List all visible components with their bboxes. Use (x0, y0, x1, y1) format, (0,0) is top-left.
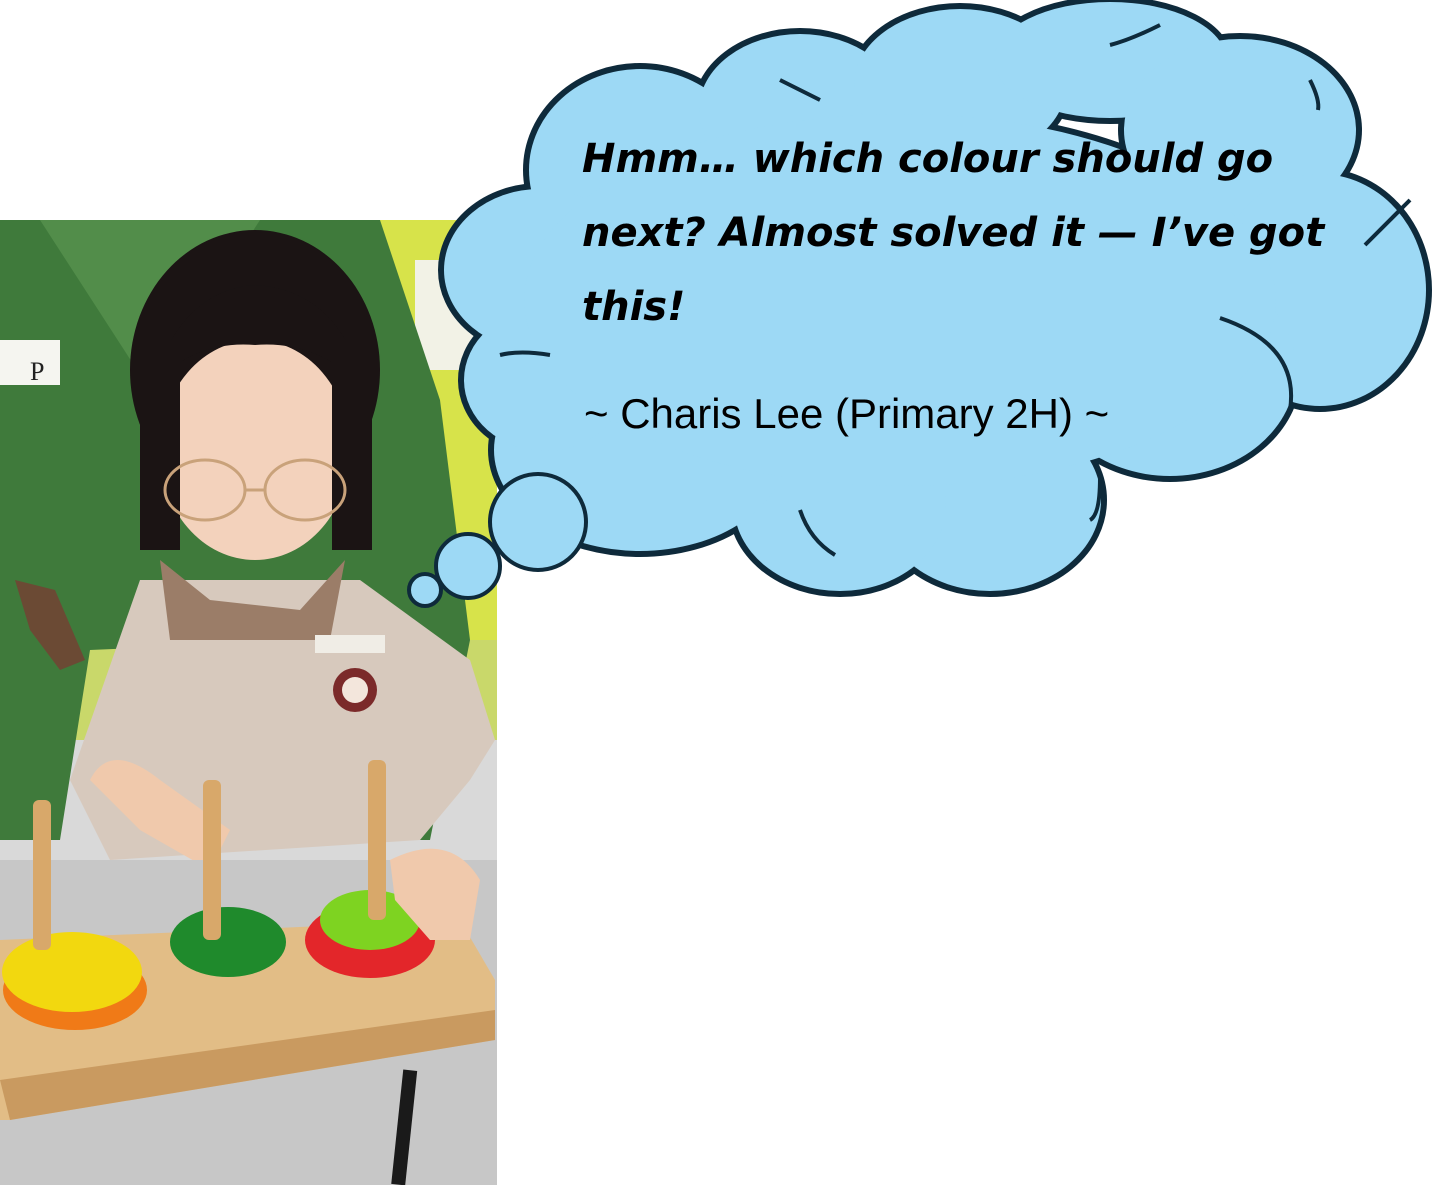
attribution-text: ~ Charis Lee (Primary 2H) ~ (584, 390, 1110, 437)
thought-trail (407, 472, 588, 608)
quote-text: Hmm… which colour should go next? Almost… (582, 136, 1325, 330)
